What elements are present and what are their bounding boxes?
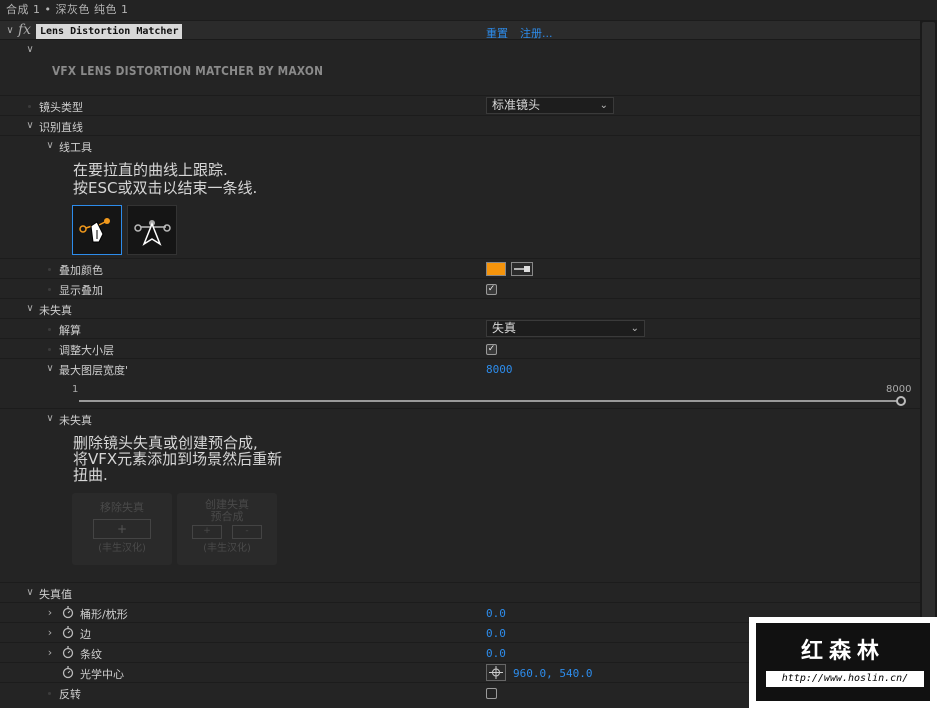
chevron-down-icon[interactable]: ∨ [44,413,56,425]
remove-distortion-button[interactable]: 移除失真 + (丰生汉化) [72,493,172,565]
overlay-color-label: 叠加颜色 [59,264,103,277]
panel-title: 合成 1 • 深灰色 纯色 1 [0,0,937,20]
pointer-tool-icon [134,220,171,246]
pen-tool-icon [79,218,110,243]
stopwatch-icon[interactable] [62,645,74,662]
undistort-label: 未失真 [39,304,72,317]
effect-title: Lens Distortion Matcher [36,24,183,39]
stripe-value[interactable]: 0.0 [486,647,506,660]
chevron-right-icon[interactable]: › [44,647,56,659]
reset-link[interactable]: 重置 [486,25,508,41]
effect-header-row: ∨ fx Lens Distortion Matcher 重置 注册... [0,20,920,40]
chevron-right-icon[interactable]: › [44,607,56,619]
undistort-row: ∨ 未失真 [0,298,920,318]
resize-layer-label: 调整大小层 [59,344,114,357]
crosshair-icon [489,666,503,679]
undistort-desc-3: 扭曲. [73,466,108,484]
distortion-values-row: ∨ 失真值 [0,582,920,602]
barrel-value[interactable]: 0.0 [486,607,506,620]
stripe-label: 条纹 [80,648,102,661]
invert-checkbox[interactable] [486,688,497,699]
barrel-label: 桶形/枕形 [80,608,128,621]
eyedropper-button[interactable] [511,262,533,276]
show-overlay-checkbox[interactable]: ✓ [486,284,497,295]
optical-center-label: 光学中心 [80,668,124,681]
max-width-row: ∨ 最大图层宽度' 8000 1 8000 [0,358,920,408]
identify-lines-row: ∨ 识别直线 [0,115,920,135]
stopwatch-icon[interactable] [62,605,74,622]
line-tool-instruction-2: 按ESC或双击以结束一条线. [73,179,258,197]
resize-layer-row: 调整大小层 ✓ [0,338,920,358]
overlay-color-row: 叠加颜色 [0,258,920,278]
edge-value[interactable]: 0.0 [486,627,506,640]
chevron-down-icon[interactable]: ∨ [4,25,16,37]
undistort-section: ∨ 未失真 删除镜头失真或创建预合成, 将VFX元素添加到场景然后重新 扭曲. … [0,408,920,582]
chevron-right-icon[interactable]: › [44,627,56,639]
resize-layer-checkbox[interactable]: ✓ [486,344,497,355]
slider-max-label: 8000 [886,384,912,395]
color-swatch[interactable] [486,262,506,276]
distortion-values-label: 失真值 [39,588,72,601]
pointer-tool-button[interactable] [127,205,177,255]
solve-row: 解算 失真 ⌄ [0,318,920,338]
brand-banner: VFX LENS DISTORTION MATCHER BY MAXON [52,64,324,78]
chevron-down-icon[interactable]: ∨ [24,303,36,315]
register-link[interactable]: 注册... [520,25,553,41]
optical-center-value[interactable]: 960.0, 540.0 [513,667,592,680]
chevron-down-icon: ⌄ [599,100,608,111]
slider-fill [79,400,901,402]
line-tool-label: 线工具 [59,141,92,154]
stopwatch-icon[interactable] [62,665,74,682]
chevron-down-icon[interactable]: ∨ [44,363,56,375]
watermark: 红森林 http://www.hoslin.cn/ [754,621,932,703]
lens-type-row: 镜头类型 标准镜头 ⌄ [0,95,920,115]
slider-min-label: 1 [72,384,79,395]
watermark-title: 红森林 [800,639,885,664]
show-overlay-row: 显示叠加 ✓ [0,278,920,298]
max-width-value[interactable]: 8000 [486,363,513,376]
chevron-down-icon[interactable]: ∨ [24,587,36,599]
line-tool-instruction-1: 在要拉直的曲线上跟踪. [73,161,228,179]
show-overlay-label: 显示叠加 [59,284,103,297]
chevron-down-icon[interactable]: ∨ [44,140,56,152]
stopwatch-icon[interactable] [62,625,74,642]
chevron-down-icon: ⌄ [630,323,639,334]
chevron-down-icon[interactable]: ∨ [24,44,36,56]
identify-lines-label: 识别直线 [39,121,83,134]
undistort-sub-label: 未失真 [59,414,92,427]
solve-label: 解算 [59,324,81,337]
effect-controls-panel: 合成 1 • 深灰色 纯色 1 ∨ fx Lens Distortion Mat… [0,0,937,708]
invert-label: 反转 [59,688,81,701]
lens-type-label: 镜头类型 [39,101,83,114]
fx-icon[interactable]: fx [18,22,31,38]
scrollbar-thumb[interactable] [922,22,935,662]
edge-label: 边 [80,628,91,641]
pen-tool-button[interactable] [72,205,122,255]
slider-handle[interactable] [896,396,906,406]
chevron-down-icon[interactable]: ∨ [24,120,36,132]
max-width-label: 最大图层宽度' [59,364,129,377]
eyedropper-icon [514,266,530,272]
crosshair-button[interactable] [486,664,506,681]
create-distortion-precomp-button[interactable]: 创建失真 预合成 + - (丰生汉化) [177,493,277,565]
watermark-url: http://www.hoslin.cn/ [766,671,924,687]
line-tool-row: ∨ 线工具 在要拉直的曲线上跟踪. 按ESC或双击以结束一条线. [0,135,920,258]
solve-dropdown[interactable]: 失真 ⌄ [486,320,645,337]
lens-type-dropdown[interactable]: 标准镜头 ⌄ [486,97,614,114]
